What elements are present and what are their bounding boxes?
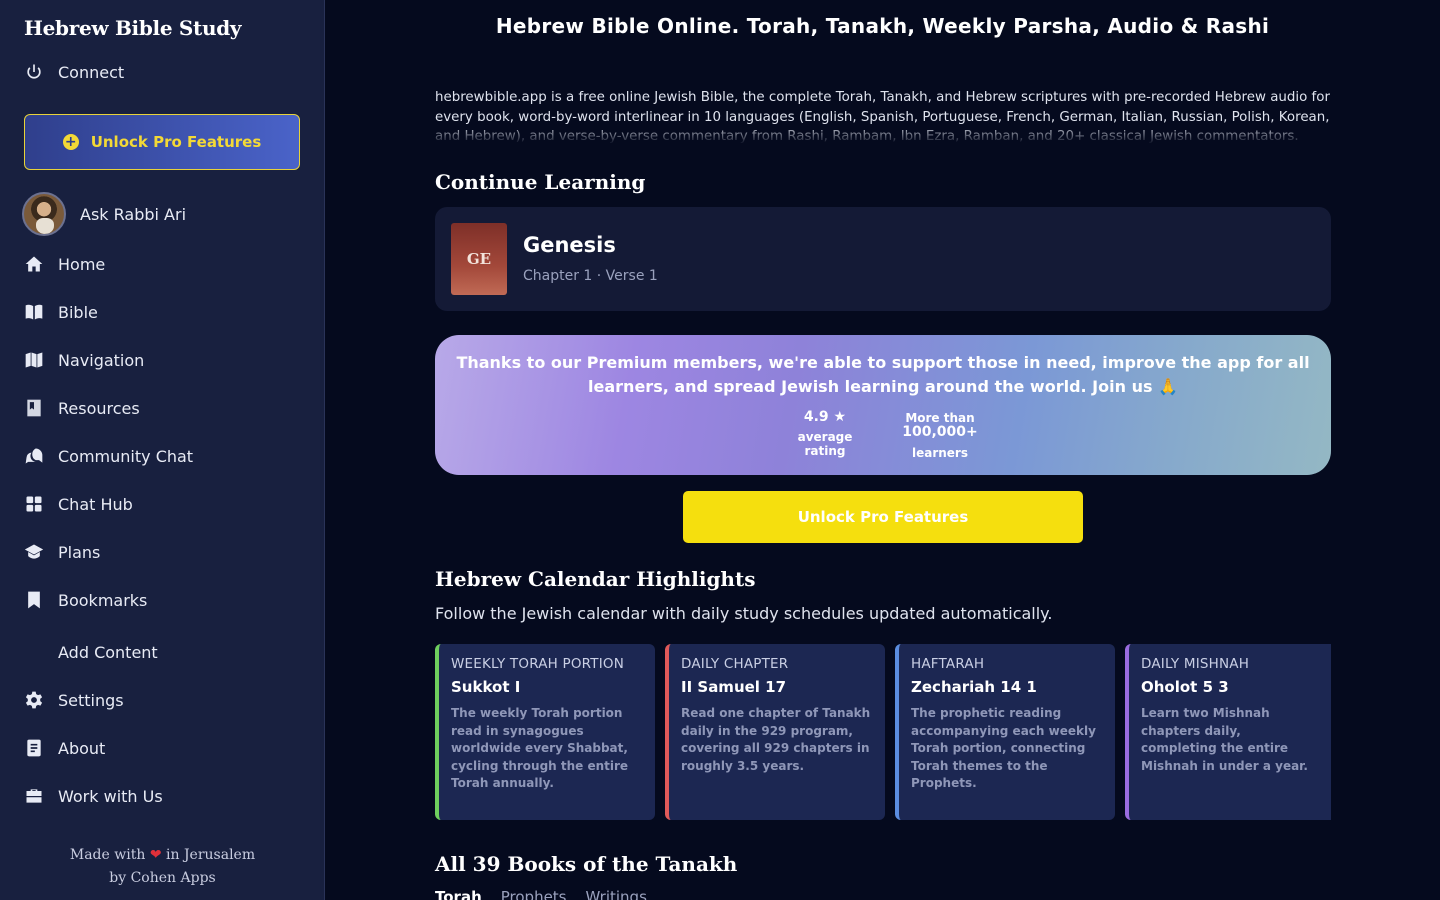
sidebar-item-bookmarks[interactable]: Bookmarks <box>24 584 147 616</box>
sidebar: Hebrew Bible Study Connect + Unlock Pro … <box>0 0 325 900</box>
learners-label: learners <box>911 446 968 460</box>
premium-message: Thanks to our Premium members, we're abl… <box>456 353 1310 396</box>
sidebar-item-community-chat[interactable]: Community Chat <box>24 440 193 472</box>
sidebar-item-label: Chat Hub <box>58 494 133 514</box>
rating-label-line2: rating <box>804 444 846 458</box>
ask-rabbi-button[interactable]: Ask Rabbi Ari <box>22 190 186 238</box>
library-icon <box>24 398 44 418</box>
books-heading: All 39 Books of the Tanakh <box>435 852 738 876</box>
calendar-card-daily-chapter[interactable]: Daily Chapter II Samuel 17 Read one chap… <box>665 644 885 820</box>
books-tabs: Torah Prophets Writings <box>435 888 647 900</box>
sidebar-item-label: Settings <box>58 690 124 710</box>
made-with-text: Made with <box>69 847 146 863</box>
city-text: in Jerusalem <box>166 847 256 863</box>
learners-stat: More than 100,000+ learners <box>895 411 985 460</box>
tab-prophets[interactable]: Prophets <box>501 888 567 900</box>
sidebar-item-about[interactable]: About <box>24 732 105 764</box>
unlock-pro-cta-button[interactable]: Unlock Pro Features <box>683 491 1083 543</box>
sidebar-item-chat-hub[interactable]: Chat Hub <box>24 488 133 520</box>
card-kicker: Haftarah <box>911 656 985 672</box>
sidebar-item-home[interactable]: Home <box>24 248 105 280</box>
sidebar-item-label: Plans <box>58 542 101 562</box>
card-kicker: Daily Mishnah <box>1141 656 1250 672</box>
sidebar-item-bible[interactable]: Bible <box>24 296 98 328</box>
by-company-text: by Cohen Apps <box>109 870 216 886</box>
calendar-card-torah-portion[interactable]: Weekly Torah Portion Sukkot I The weekly… <box>435 644 655 820</box>
sidebar-item-label: Navigation <box>58 350 145 370</box>
sidebar-item-plans[interactable]: Plans <box>24 536 100 568</box>
book-location: Chapter 1 · Verse 1 <box>523 268 658 284</box>
card-description: The prophetic reading accompanying each … <box>911 706 1096 790</box>
learners-value: 100,000+ <box>902 424 978 440</box>
sidebar-item-label: Resources <box>58 398 140 418</box>
calendar-card-daily-mishnah[interactable]: Daily Mishnah Oholot 5 3 Learn two Mishn… <box>1125 644 1331 820</box>
sidebar-item-add-content[interactable]: Add Content <box>24 636 158 668</box>
chat-bubbles-icon <box>24 446 44 466</box>
card-value: Sukkot I <box>451 678 521 696</box>
app-brand[interactable]: Hebrew Bible Study <box>24 16 242 40</box>
briefcase-icon <box>24 786 44 806</box>
calendar-card-haftarah[interactable]: Haftarah Zechariah 14 1 The prophetic re… <box>895 644 1115 820</box>
card-value: Zechariah 14 1 <box>911 678 1037 696</box>
sidebar-item-navigation[interactable]: Navigation <box>24 344 144 376</box>
tab-writings[interactable]: Writings <box>586 888 647 900</box>
ask-rabbi-label: Ask Rabbi Ari <box>80 204 187 224</box>
tab-torah[interactable]: Torah <box>435 888 482 900</box>
continue-learning-heading: Continue Learning <box>435 170 646 194</box>
unlock-pro-label: Unlock Pro Features <box>90 133 262 151</box>
heart-icon: ❤ <box>149 847 162 863</box>
sidebar-item-settings[interactable]: Settings <box>24 684 124 716</box>
sidebar-item-work-with-us[interactable]: Work with Us <box>24 780 163 812</box>
book-cover: GE <box>451 223 507 295</box>
premium-banner: Thanks to our Premium members, we're abl… <box>435 335 1331 475</box>
map-icon <box>24 350 44 370</box>
rating-value: 4.9 ★ <box>803 409 847 425</box>
calendar-heading: Hebrew Calendar Highlights <box>435 567 756 591</box>
card-description: Learn two Mishnah chapters daily, comple… <box>1141 706 1308 773</box>
learners-prefix: More than <box>905 411 975 425</box>
continue-learning-card[interactable]: GE Genesis Chapter 1 · Verse 1 <box>435 207 1331 311</box>
connect-label: Connect <box>58 62 125 82</box>
unlock-pro-sidebar-button[interactable]: + Unlock Pro Features <box>24 114 300 170</box>
card-kicker: Daily Chapter <box>681 656 789 672</box>
grid-icon <box>24 494 44 514</box>
sidebar-item-label: Bookmarks <box>58 590 148 610</box>
sidebar-item-resources[interactable]: Resources <box>24 392 140 424</box>
rating-stat: 4.9 ★ average rating <box>795 409 855 458</box>
card-description: The weekly Torah portion read in synagog… <box>451 706 629 790</box>
rating-label-line1: average <box>797 430 853 444</box>
sidebar-item-label: Bible <box>58 302 98 322</box>
card-value: II Samuel 17 <box>681 678 787 696</box>
gear-icon <box>24 690 44 710</box>
intro-text: hebrewbible.app is a free online Jewish … <box>435 90 1331 144</box>
rabbi-avatar <box>22 192 66 236</box>
sidebar-item-label: Work with Us <box>58 786 163 806</box>
sidebar-item-label: Community Chat <box>58 446 194 466</box>
graduation-cap-icon <box>24 542 44 562</box>
card-description: Read one chapter of Tanakh daily in the … <box>681 706 871 773</box>
sidebar-item-label: Home <box>58 254 106 274</box>
connect-button[interactable]: Connect <box>24 56 124 88</box>
document-icon <box>24 738 44 758</box>
sidebar-item-label: About <box>58 738 106 758</box>
sidebar-item-label: Add Content <box>58 642 158 662</box>
book-open-icon <box>24 302 44 322</box>
home-icon <box>24 254 44 274</box>
calendar-subtitle: Follow the Jewish calendar with daily st… <box>435 604 1053 623</box>
plus-circle-icon: + <box>62 134 79 150</box>
card-kicker: Weekly Torah Portion <box>451 656 625 672</box>
card-value: Oholot 5 3 <box>1141 678 1229 696</box>
power-icon <box>24 62 44 82</box>
footer-credit: Made with ❤ in Jerusalem by Cohen Apps <box>0 844 325 890</box>
book-name: Genesis <box>523 233 616 257</box>
bookmark-icon <box>24 590 44 610</box>
page-title: Hebrew Bible Online. Torah, Tanakh, Week… <box>495 14 1270 38</box>
